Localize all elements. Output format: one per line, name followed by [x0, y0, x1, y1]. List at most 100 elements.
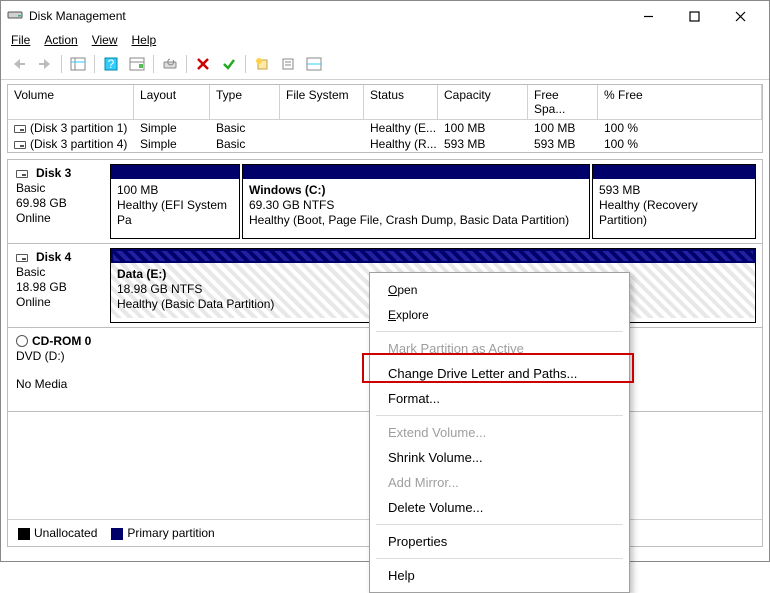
toolbar: ? [1, 51, 769, 80]
drive-icon [14, 141, 26, 149]
disk-icon [16, 170, 28, 178]
disk-name: Disk 4 [36, 250, 71, 264]
col-layout[interactable]: Layout [134, 85, 210, 119]
delete-icon[interactable] [191, 53, 215, 75]
partition[interactable]: 100 MBHealthy (EFI System Pa [110, 164, 240, 239]
forward-button[interactable] [33, 53, 57, 75]
close-button[interactable] [717, 1, 763, 31]
disk-name: CD-ROM 0 [32, 334, 91, 348]
volume-row[interactable]: (Disk 3 partition 1) Simple Basic Health… [8, 120, 762, 136]
drive-icon [14, 125, 26, 133]
menu-action[interactable]: Action [44, 33, 77, 47]
volume-free: 100 MB [528, 120, 598, 136]
menu-help[interactable]: Help [132, 33, 157, 47]
partition-stripe [111, 249, 755, 263]
cd-icon [16, 335, 28, 347]
partition[interactable]: 593 MBHealthy (Recovery Partition) [592, 164, 756, 239]
col-type[interactable]: Type [210, 85, 280, 119]
context-menu: Open Explore Mark Partition as Active Ch… [369, 272, 630, 593]
col-free[interactable]: Free Spa... [528, 85, 598, 119]
volume-status: Healthy (E... [364, 120, 438, 136]
partition-status: Healthy (Boot, Page File, Crash Dump, Ba… [249, 213, 583, 228]
partition-title: Windows (C:) [249, 183, 583, 198]
ctx-add-mirror: Add Mirror... [370, 470, 629, 495]
partition-size: 69.30 GB NTFS [249, 198, 583, 213]
titlebar: Disk Management [1, 1, 769, 31]
disk-state: Online [16, 211, 102, 225]
ctx-help[interactable]: Help [370, 563, 629, 588]
volume-list-panel: Volume Layout Type File System Status Ca… [7, 84, 763, 153]
disk-state: Online [16, 295, 102, 309]
disk-label[interactable]: Disk 4 Basic 18.98 GB Online [8, 244, 110, 327]
volume-fs [280, 136, 364, 152]
volume-type: Basic [210, 120, 280, 136]
disk-type: Basic [16, 265, 102, 279]
ctx-mark-active: Mark Partition as Active [370, 336, 629, 361]
ctx-properties[interactable]: Properties [370, 529, 629, 554]
disk-name: Disk 3 [36, 166, 71, 180]
show-hide-tree-button[interactable] [66, 53, 90, 75]
ctx-format[interactable]: Format... [370, 386, 629, 411]
minimize-button[interactable] [625, 1, 671, 31]
graphical-view: Disk 3 Basic 69.98 GB Online 100 MBHealt… [7, 159, 763, 547]
disk-type: Basic [16, 181, 102, 195]
back-button[interactable] [7, 53, 31, 75]
col-status[interactable]: Status [364, 85, 438, 119]
app-icon [7, 7, 23, 26]
volume-free: 593 MB [528, 136, 598, 152]
col-pct-free[interactable]: % Free [598, 85, 762, 119]
window-title: Disk Management [29, 9, 126, 23]
ctx-open[interactable]: Open [370, 277, 629, 302]
new-item-icon[interactable] [250, 53, 274, 75]
volume-layout: Simple [134, 120, 210, 136]
partition-size: 593 MB [599, 183, 749, 198]
svg-text:?: ? [108, 57, 115, 71]
ctx-shrink-volume[interactable]: Shrink Volume... [370, 445, 629, 470]
ctx-delete-volume[interactable]: Delete Volume... [370, 495, 629, 520]
col-volume[interactable]: Volume [8, 85, 134, 119]
ctx-extend-volume: Extend Volume... [370, 420, 629, 445]
volume-name: (Disk 3 partition 1) [30, 121, 127, 135]
refresh-button[interactable] [158, 53, 182, 75]
help-icon[interactable]: ? [99, 53, 123, 75]
partition-size: 100 MB [117, 183, 233, 198]
col-filesystem[interactable]: File System [280, 85, 364, 119]
partition-status: Healthy (Recovery Partition) [599, 198, 749, 228]
volume-list-header: Volume Layout Type File System Status Ca… [8, 85, 762, 120]
disk-size: 18.98 GB [16, 280, 102, 294]
disk-icon [16, 254, 28, 262]
menu-view[interactable]: View [92, 33, 118, 47]
ctx-explore[interactable]: Explore [370, 302, 629, 327]
volume-status: Healthy (R... [364, 136, 438, 152]
disk-type: DVD (D:) [16, 349, 102, 363]
settings-button[interactable] [125, 53, 149, 75]
volume-capacity: 593 MB [438, 136, 528, 152]
list-layout-icon[interactable] [302, 53, 326, 75]
menu-file[interactable]: File [11, 33, 30, 47]
volume-layout: Simple [134, 136, 210, 152]
partition[interactable]: Windows (C:)69.30 GB NTFSHealthy (Boot, … [242, 164, 590, 239]
ctx-change-drive-letter[interactable]: Change Drive Letter and Paths... [370, 361, 629, 386]
volume-pct: 100 % [598, 136, 762, 152]
disk-row: Disk 3 Basic 69.98 GB Online 100 MBHealt… [8, 160, 762, 244]
menubar: File Action View Help [1, 31, 769, 51]
disk-label[interactable]: CD-ROM 0 DVD (D:) No Media [8, 328, 110, 411]
volume-name: (Disk 3 partition 4) [30, 137, 127, 151]
legend-primary: Primary partition [111, 526, 214, 540]
volume-capacity: 100 MB [438, 120, 528, 136]
check-icon[interactable] [217, 53, 241, 75]
maximize-button[interactable] [671, 1, 717, 31]
col-capacity[interactable]: Capacity [438, 85, 528, 119]
partition-stripe [243, 165, 589, 179]
partition-stripe [593, 165, 755, 179]
partition-stripe [111, 165, 239, 179]
volume-fs [280, 120, 364, 136]
disk-label[interactable]: Disk 3 Basic 69.98 GB Online [8, 160, 110, 243]
properties-icon[interactable] [276, 53, 300, 75]
legend-unallocated: Unallocated [18, 526, 97, 540]
volume-row[interactable]: (Disk 3 partition 4) Simple Basic Health… [8, 136, 762, 152]
volume-type: Basic [210, 136, 280, 152]
volume-pct: 100 % [598, 120, 762, 136]
disk-size: 69.98 GB [16, 196, 102, 210]
partition-status: Healthy (EFI System Pa [117, 198, 233, 228]
